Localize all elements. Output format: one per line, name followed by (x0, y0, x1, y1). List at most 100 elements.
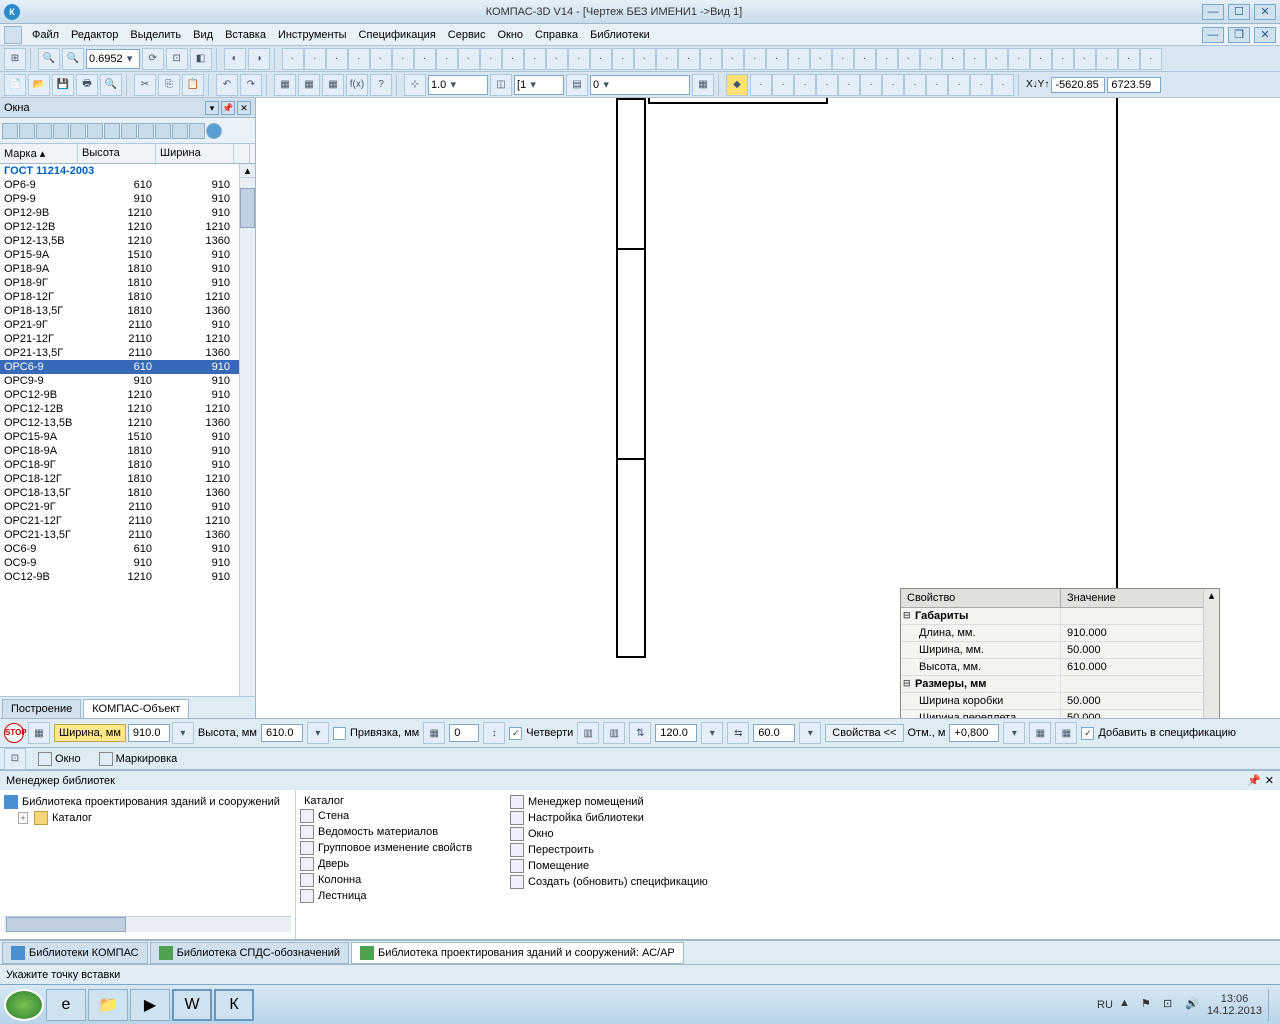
fx-icon[interactable]: f(x) (346, 74, 368, 96)
tool-icon[interactable]: · (904, 74, 926, 96)
tool-icon[interactable]: · (282, 48, 304, 70)
table-row[interactable]: ОР18-13,5Г18101360 (0, 304, 255, 318)
tool-icon[interactable]: · (964, 48, 986, 70)
tool-icon[interactable]: · (414, 48, 436, 70)
save-icon[interactable]: 💾 (52, 74, 74, 96)
menu-icon[interactable] (4, 26, 22, 44)
tool-icon[interactable]: ▦ (298, 74, 320, 96)
tray-icon[interactable]: ▲ (1119, 997, 1135, 1013)
menu-item[interactable]: Инструменты (272, 27, 353, 43)
scroll-up-icon[interactable]: ▴ (240, 164, 255, 178)
dropdown-icon[interactable]: ▾ (1003, 722, 1025, 744)
menu-item[interactable]: Библиотеки (584, 27, 656, 43)
tool-icon[interactable]: ⊞ (4, 48, 26, 70)
table-row[interactable]: ОР6-9610910 (0, 178, 255, 192)
table-row[interactable]: ОР12-12В12101210 (0, 220, 255, 234)
menu-item[interactable]: Вид (187, 27, 219, 43)
tool-icon[interactable]: ⇅ (629, 722, 651, 744)
q2-input[interactable]: 60.0 (753, 724, 795, 742)
table-row[interactable]: ОР15-9А1510910 (0, 248, 255, 262)
menu-item[interactable]: Файл (26, 27, 65, 43)
dropdown-icon[interactable]: ▾ (172, 722, 194, 744)
copy-icon[interactable]: ⎘ (158, 74, 180, 96)
tool-icon[interactable]: · (882, 74, 904, 96)
lib-item[interactable]: Стена (300, 808, 510, 824)
tool-icon[interactable]: · (524, 48, 546, 70)
tool-icon[interactable]: · (568, 48, 590, 70)
expand-icon[interactable]: + (18, 812, 28, 824)
tool-icon[interactable]: · (860, 74, 882, 96)
quarters-checkbox[interactable]: ✓ (509, 727, 522, 740)
col-width[interactable]: Ширина (156, 144, 234, 163)
clock-time[interactable]: 13:06 (1207, 993, 1262, 1005)
scroll-thumb[interactable] (240, 188, 255, 228)
layer-icon[interactable]: ▤ (566, 74, 588, 96)
tool-icon[interactable]: · (744, 48, 766, 70)
strip-icon[interactable] (121, 123, 137, 139)
menu-item[interactable]: Вставка (219, 27, 272, 43)
panel-close-icon[interactable]: ✕ (237, 101, 251, 115)
tool-icon[interactable]: · (1052, 48, 1074, 70)
minimize-button[interactable]: — (1202, 4, 1224, 20)
col-height[interactable]: Высота (78, 144, 156, 163)
tool-icon[interactable]: ▥ (603, 722, 625, 744)
table-row[interactable]: ОРС9-9910910 (0, 374, 255, 388)
tool-icon[interactable]: · (678, 48, 700, 70)
tool-icon[interactable]: · (1096, 48, 1118, 70)
close-button[interactable]: ✕ (1254, 4, 1276, 20)
table-row[interactable]: ОРС18-9А1810910 (0, 444, 255, 458)
menu-item[interactable]: Выделить (124, 27, 187, 43)
tool-icon[interactable]: ◐ (224, 48, 246, 70)
menu-item[interactable]: Сервис (442, 27, 492, 43)
tool-icon[interactable]: · (750, 74, 772, 96)
strip-icon[interactable] (172, 123, 188, 139)
table-row[interactable]: ОР18-9А1810910 (0, 262, 255, 276)
tool-icon[interactable]: ◑ (248, 48, 270, 70)
tab-construction[interactable]: Построение (2, 699, 81, 718)
width-input[interactable]: 910.0 (128, 724, 170, 742)
strip-icon[interactable] (104, 123, 120, 139)
table-row[interactable]: ОРС18-9Г1810910 (0, 458, 255, 472)
menu-item[interactable]: Окно (491, 27, 529, 43)
lib-item[interactable]: Ведомость материалов (300, 824, 510, 840)
table-row[interactable]: ОР21-13,5Г21101360 (0, 346, 255, 360)
tool-icon[interactable]: · (920, 48, 942, 70)
volume-icon[interactable]: 🔊 (1185, 997, 1201, 1013)
props-button[interactable]: Свойства << (825, 724, 903, 742)
lib-item[interactable]: Перестроить (510, 842, 720, 858)
explorer-icon[interactable]: 📁 (88, 989, 128, 1021)
tab-marking[interactable]: Маркировка (93, 750, 184, 768)
tool-icon[interactable]: ▦ (28, 722, 50, 744)
flag-icon[interactable]: ⚑ (1141, 997, 1157, 1013)
q-input[interactable]: 120.0 (655, 724, 697, 742)
tool-icon[interactable]: · (986, 48, 1008, 70)
stop-button[interactable]: STOP (4, 723, 24, 743)
lib-item[interactable]: Дверь (300, 856, 510, 872)
prop-row[interactable]: Высота, мм.610.000 (901, 659, 1203, 676)
tool-icon[interactable]: · (992, 74, 1014, 96)
scale1-combo[interactable]: 1.0▾ (428, 75, 488, 95)
menu-item[interactable]: Справка (529, 27, 584, 43)
ie-icon[interactable]: e (46, 989, 86, 1021)
prop-group[interactable]: Габариты (901, 608, 1203, 625)
tool-icon[interactable]: · (794, 74, 816, 96)
print-icon[interactable]: 🖶 (76, 74, 98, 96)
mdi-close[interactable]: ✕ (1254, 27, 1276, 43)
strip-icon[interactable] (138, 123, 154, 139)
lib-item[interactable]: Настройка библиотеки (510, 810, 720, 826)
tab-window[interactable]: Окно (32, 750, 87, 768)
word-icon[interactable]: W (172, 989, 212, 1021)
table-row[interactable]: ОС12-9В1210910 (0, 570, 255, 584)
lang-indicator[interactable]: RU (1097, 999, 1113, 1011)
clock-date[interactable]: 14.12.2013 (1207, 1005, 1262, 1017)
scrollbar-v[interactable]: ▴ (239, 164, 255, 696)
lib-item[interactable]: Лестница (300, 888, 510, 904)
tool-icon[interactable]: · (502, 48, 524, 70)
tool-icon[interactable]: ◧ (190, 48, 212, 70)
prop-scrollbar[interactable]: ▴ (1203, 589, 1219, 718)
table-row[interactable]: ОРС21-13,5Г21101360 (0, 528, 255, 542)
cut-icon[interactable]: ✂ (134, 74, 156, 96)
kompas-task-icon[interactable]: К (214, 989, 254, 1021)
mark-input[interactable]: +0,800 (949, 724, 999, 742)
table-row[interactable]: ОРС6-9610910 (0, 360, 255, 374)
